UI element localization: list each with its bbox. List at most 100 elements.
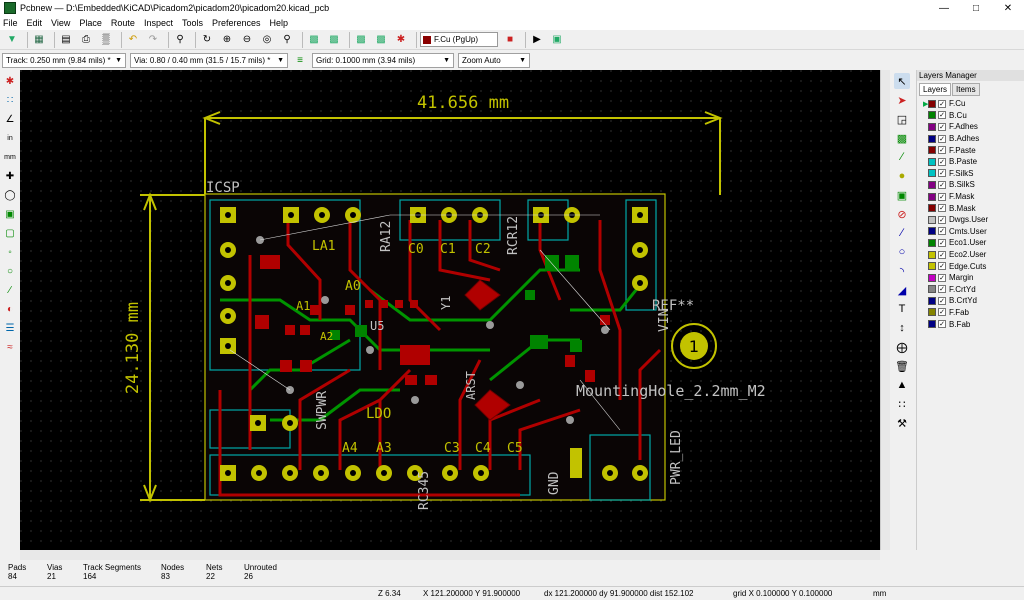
menu-edit[interactable]: Edit	[27, 18, 43, 28]
layer-color-swatch[interactable]	[928, 204, 936, 213]
layer-color-swatch[interactable]	[928, 250, 936, 259]
layer-row[interactable]: ✓ Edge.Cuts	[917, 260, 1024, 272]
menu-preferences[interactable]: Preferences	[212, 18, 261, 28]
millimeters-icon[interactable]: mm	[2, 149, 18, 165]
layer-visibility-checkbox[interactable]: ✓	[938, 215, 946, 224]
track-sketch-icon[interactable]: ∕	[2, 282, 18, 298]
menu-help[interactable]: Help	[270, 18, 289, 28]
keepout-area-icon[interactable]: ⊘	[894, 206, 910, 222]
add-via-icon[interactable]: ●	[894, 168, 910, 184]
zone-outline-icon[interactable]: ▢	[2, 225, 18, 241]
layer-visibility-checkbox[interactable]: ✓	[938, 285, 946, 294]
layer-color-swatch[interactable]	[928, 122, 936, 131]
grid-select[interactable]: Grid: 0.1000 mm (3.94 mils) ▼	[312, 52, 454, 68]
measure-icon[interactable]: ⚒	[894, 415, 910, 431]
scripting-console-icon[interactable]: ▶	[529, 32, 545, 48]
layer-color-swatch[interactable]	[928, 273, 936, 282]
layer-row[interactable]: ✓ B.Mask	[917, 202, 1024, 214]
layer-color-swatch[interactable]	[928, 308, 936, 317]
set-origin-icon[interactable]: ▲	[894, 377, 910, 393]
add-footprint-icon[interactable]: ▩	[894, 130, 910, 146]
auto-track-width-icon[interactable]: ≡	[292, 52, 308, 68]
local-ratsnest-icon[interactable]: ◲	[894, 111, 910, 127]
via-size-select[interactable]: Via: 0.80 / 0.40 mm (31.5 / 15.7 mils) *…	[130, 52, 288, 68]
add-polygon-icon[interactable]: ◢	[894, 282, 910, 298]
layer-color-swatch[interactable]	[928, 146, 936, 155]
maximize-button[interactable]: □	[960, 0, 992, 16]
microwave-tools-icon[interactable]: ≈	[2, 339, 18, 355]
close-button[interactable]: ✕	[992, 0, 1024, 16]
layer-row[interactable]: ✓ B.Fab	[917, 318, 1024, 330]
route-track-icon[interactable]: ∕	[894, 149, 910, 165]
zone-fill-icon[interactable]: ▣	[2, 206, 18, 222]
layer-visibility-checkbox[interactable]: ✓	[938, 250, 946, 259]
layer-row[interactable]: ✓ Cmts.User	[917, 226, 1024, 238]
layer-row[interactable]: ✓ B.Adhes	[917, 133, 1024, 145]
menu-view[interactable]: View	[51, 18, 70, 28]
page-settings-icon[interactable]: ▤	[58, 32, 74, 48]
menu-inspect[interactable]: Inspect	[144, 18, 173, 28]
track-width-select[interactable]: Track: 0.250 mm (9.84 mils) * ▼	[2, 52, 126, 68]
layer-row[interactable]: ✓ Dwgs.User	[917, 214, 1024, 226]
3d-viewer-icon[interactable]: ▣	[549, 32, 565, 48]
tab-layers[interactable]: Layers	[919, 83, 952, 96]
layer-visibility-checkbox[interactable]: ✓	[938, 134, 946, 143]
add-target-icon[interactable]: ⨁	[894, 339, 910, 355]
layer-color-swatch[interactable]	[928, 215, 936, 224]
layer-visibility-checkbox[interactable]: ✓	[938, 204, 946, 213]
zoom-select[interactable]: Zoom Auto ▼	[458, 52, 530, 68]
layer-visibility-checkbox[interactable]: ✓	[938, 320, 946, 329]
contrast-mode-icon[interactable]: ◐	[2, 301, 18, 317]
refresh-icon[interactable]: ↻	[199, 32, 215, 48]
layer-visibility-checkbox[interactable]: ✓	[938, 146, 946, 155]
delete-icon[interactable]: 🗑	[894, 358, 910, 374]
polar-coords-icon[interactable]: ∠	[2, 111, 18, 127]
layer-color-swatch[interactable]	[928, 157, 936, 166]
zoom-out-icon[interactable]: ⊖	[239, 32, 255, 48]
layer-row[interactable]: ✓ Eco1.User	[917, 237, 1024, 249]
layer-row[interactable]: ✓ F.SilkS	[917, 168, 1024, 180]
layer-visibility-checkbox[interactable]: ✓	[938, 180, 946, 189]
ratsnest-icon[interactable]: ◯	[2, 187, 18, 203]
layer-color-swatch[interactable]	[928, 262, 936, 271]
layer-visibility-checkbox[interactable]: ✓	[938, 262, 946, 271]
layer-color-swatch[interactable]	[928, 99, 936, 108]
add-dimension-icon[interactable]: ↕	[894, 320, 910, 336]
vertical-scrollbar[interactable]	[880, 70, 890, 550]
layer-row[interactable]: ✓ Margin	[917, 272, 1024, 284]
pcb-canvas[interactable]: 41.656 mm 24.130 mm 1 ICSP LA1 A0 A1 A2 …	[20, 70, 880, 550]
grid-toggle-icon[interactable]: ∷	[2, 92, 18, 108]
layer-row[interactable]: ✓ B.Paste	[917, 156, 1024, 168]
footprint-editor-icon[interactable]: ▩	[306, 32, 322, 48]
layer-color-swatch[interactable]	[928, 134, 936, 143]
add-line-icon[interactable]: ∕	[894, 225, 910, 241]
netlist-icon[interactable]: ▩	[353, 32, 369, 48]
update-pcb-icon[interactable]: ▩	[373, 32, 389, 48]
layer-color-swatch[interactable]	[928, 227, 936, 236]
layer-visibility-checkbox[interactable]: ✓	[938, 99, 946, 108]
layer-visibility-checkbox[interactable]: ✓	[938, 238, 946, 247]
layer-row[interactable]: ✓ Eco2.User	[917, 249, 1024, 261]
layer-row[interactable]: ✓ F.Fab	[917, 307, 1024, 319]
zoom-fit-icon[interactable]: ◎	[259, 32, 275, 48]
find-icon[interactable]: ⚲	[172, 32, 188, 48]
layer-visibility-checkbox[interactable]: ✓	[938, 227, 946, 236]
print-icon[interactable]: ⎙	[78, 32, 94, 48]
layer-visibility-checkbox[interactable]: ✓	[938, 157, 946, 166]
drc-icon[interactable]: ✱	[393, 32, 409, 48]
add-zone-icon[interactable]: ▣	[894, 187, 910, 203]
layer-color-swatch[interactable]	[928, 180, 936, 189]
cursor-shape-icon[interactable]: ✚	[2, 168, 18, 184]
layer-row[interactable]: ✓ B.Cu	[917, 110, 1024, 122]
layer-color-swatch[interactable]	[928, 238, 936, 247]
layer-pair-icon[interactable]: ■	[502, 32, 518, 48]
menu-file[interactable]: File	[3, 18, 18, 28]
inches-icon[interactable]: in	[2, 130, 18, 146]
layer-visibility-checkbox[interactable]: ✓	[938, 273, 946, 282]
layer-color-swatch[interactable]	[928, 296, 936, 305]
undo-icon[interactable]: ↶	[125, 32, 141, 48]
active-layer-select[interactable]: F.Cu (PgUp)	[420, 32, 498, 47]
highlight-net-icon[interactable]: ➤	[894, 92, 910, 108]
layer-row[interactable]: ▶ ✓ F.Cu	[917, 98, 1024, 110]
menu-tools[interactable]: Tools	[182, 18, 203, 28]
